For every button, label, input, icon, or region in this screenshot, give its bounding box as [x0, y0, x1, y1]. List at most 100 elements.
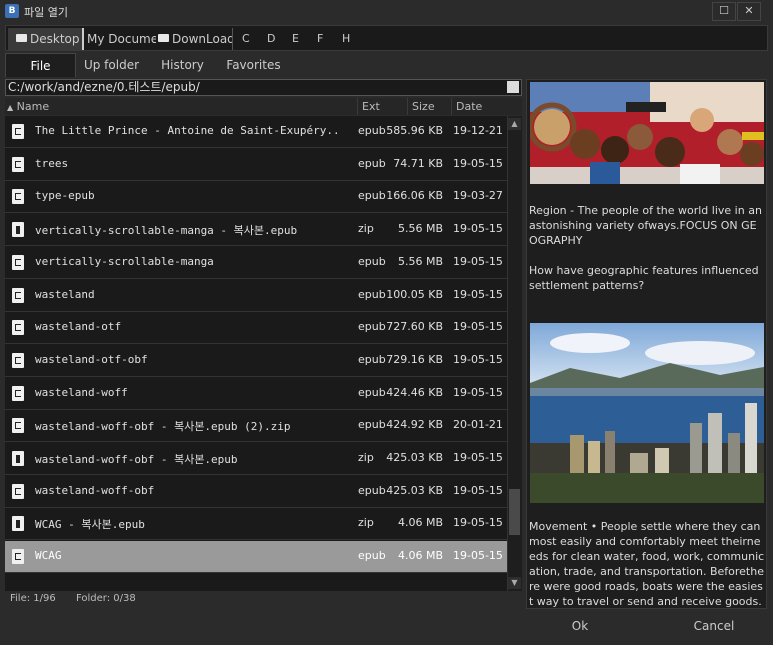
location-bar: Desktop My Documents DownLoads C D E F H — [5, 25, 768, 51]
file-size: 100.05 KB — [386, 288, 443, 301]
file-row[interactable]: type-epub epub 166.06 KB 19-03-27 — [5, 181, 507, 213]
drive-h[interactable]: H — [342, 28, 350, 50]
file-ext: zip — [358, 451, 374, 464]
file-name: WCAG — [35, 549, 62, 562]
file-size: 74.71 KB — [393, 157, 443, 170]
file-row[interactable]: wasteland-woff epub 424.46 KB 19-05-15 — [5, 378, 507, 410]
file-row[interactable]: wasteland-woff-obf epub 425.03 KB 19-05-15 — [5, 476, 507, 508]
file-count: File: 1/96 — [10, 593, 56, 604]
file-size: 4.06 MB — [397, 516, 443, 529]
file-ext: epub — [358, 320, 386, 333]
file-name: wasteland-woff — [35, 386, 128, 399]
file-date: 19-05-15 — [453, 255, 503, 268]
status-bar: File: 1/96 Folder: 0/38 — [5, 593, 522, 609]
maximize-button[interactable]: ☐ — [712, 2, 736, 21]
window-title: 파일 열기 — [24, 6, 68, 19]
preview-paragraph-2: How have geographic features influenced … — [529, 264, 759, 292]
file-size: 425.03 KB — [386, 484, 443, 497]
cancel-button[interactable]: Cancel — [690, 616, 738, 636]
drive-e[interactable]: E — [292, 28, 299, 50]
file-ext: epub — [358, 255, 386, 268]
file-row[interactable]: wasteland-woff-obf - 복사본.epub (2).zip epu… — [5, 410, 507, 442]
epub-file-icon — [12, 124, 24, 139]
close-button[interactable]: ✕ — [737, 2, 761, 21]
scroll-thumb[interactable] — [509, 489, 520, 535]
file-row[interactable]: vertically-scrollable-manga epub 5.56 MB 19… — [5, 247, 507, 279]
tab-file[interactable]: File — [5, 53, 76, 77]
drive-f[interactable]: F — [317, 28, 323, 50]
drive-c[interactable]: C — [242, 28, 250, 50]
file-size: 424.46 KB — [386, 386, 443, 399]
file-row[interactable]: vertically-scrollable-manga - 복사본.epub zi… — [5, 214, 507, 246]
zip-file-icon — [12, 451, 24, 466]
file-date: 20-01-21 — [453, 418, 503, 431]
file-ext: epub — [358, 549, 386, 562]
column-name-label: Name — [16, 100, 50, 113]
folder-icon — [158, 34, 169, 42]
file-row[interactable]: wasteland-otf-obf epub 729.16 KB 19-05-15 — [5, 345, 507, 377]
file-ext: epub — [358, 189, 386, 202]
epub-file-icon — [12, 386, 24, 401]
file-size: 424.92 KB — [386, 418, 443, 431]
file-row[interactable]: WCAG - 복사본.epub zip 4.06 MB 19-05-15 — [5, 508, 507, 540]
file-row[interactable]: wasteland-otf epub 727.60 KB 19-05-15 — [5, 312, 507, 344]
file-ext: epub — [358, 124, 386, 137]
file-list[interactable]: The Little Prince - Antoine de Saint-Exu… — [5, 116, 507, 591]
tab-history[interactable]: History — [147, 53, 218, 77]
path-copy-icon[interactable] — [507, 81, 519, 93]
tab-up-folder[interactable]: Up folder — [76, 53, 147, 77]
file-row[interactable]: wasteland-woff-obf - 복사본.epub zip 425.03 K… — [5, 443, 507, 475]
column-ext[interactable]: Ext — [357, 98, 407, 115]
ok-button[interactable]: Ok — [560, 616, 600, 636]
file-size: 729.16 KB — [386, 353, 443, 366]
column-name[interactable]: ▲ Name — [5, 98, 357, 115]
zip-file-icon — [12, 516, 24, 531]
file-ext: epub — [358, 386, 386, 399]
file-size: 585.96 KB — [386, 124, 443, 137]
file-date: 19-05-15 — [453, 222, 503, 235]
file-size: 4.06 MB — [397, 549, 443, 562]
path-input[interactable]: C:/work/and/ezne/0.테스트/epub/ — [5, 79, 522, 96]
file-size: 166.06 KB — [386, 189, 443, 202]
title-bar[interactable]: B 파일 열기 ☐ ✕ — [0, 0, 773, 22]
scroll-down-icon[interactable]: ▼ — [508, 577, 521, 589]
file-row[interactable]: The Little Prince - Antoine de Saint-Exu… — [5, 116, 507, 148]
location-label: Desktop — [30, 32, 80, 46]
epub-file-icon — [12, 157, 24, 172]
file-ext: epub — [358, 418, 386, 431]
epub-file-icon — [12, 484, 24, 499]
file-name: type-epub — [35, 189, 95, 202]
app-icon: B — [5, 4, 19, 18]
location-desktop[interactable]: Desktop — [8, 28, 82, 50]
file-ext: epub — [358, 353, 386, 366]
location-my-documents[interactable]: My Documents — [82, 28, 156, 50]
file-date: 19-05-15 — [453, 288, 503, 301]
file-row[interactable]: wasteland epub 100.05 KB 19-05-15 — [5, 280, 507, 312]
preview-panel[interactable]: Region - The people of the world live in… — [526, 79, 767, 609]
file-name: wasteland-otf-obf — [35, 353, 148, 366]
tab-favorites[interactable]: Favorites — [218, 53, 289, 77]
scroll-up-icon[interactable]: ▲ — [508, 118, 521, 130]
file-date: 19-05-15 — [453, 484, 503, 497]
file-date: 19-05-15 — [453, 549, 503, 562]
file-row[interactable]: trees epub 74.71 KB 19-05-15 — [5, 149, 507, 181]
file-ext: zip — [358, 222, 374, 235]
file-name: wasteland-otf — [35, 320, 122, 333]
column-date[interactable]: Date — [451, 98, 522, 115]
location-label: DownLoads — [172, 32, 232, 46]
people-image — [530, 82, 764, 184]
file-list-scrollbar[interactable]: ▲ ▼ — [507, 116, 522, 591]
file-ext: zip — [358, 516, 374, 529]
folder-icon — [16, 34, 27, 42]
epub-file-icon — [12, 320, 24, 335]
file-name: vertically-scrollable-manga — [35, 255, 214, 268]
file-row[interactable]: WCAG epub 4.06 MB 19-05-15 — [5, 541, 507, 573]
preview-paragraph-3: Movement • People settle where they can … — [529, 520, 765, 608]
file-date: 19-05-15 — [453, 320, 503, 333]
file-date: 19-05-15 — [453, 516, 503, 529]
file-ext: epub — [358, 288, 386, 301]
file-date: 19-05-15 — [453, 353, 503, 366]
column-size[interactable]: Size — [407, 98, 451, 115]
drive-d[interactable]: D — [267, 28, 275, 50]
location-downloads[interactable]: DownLoads — [156, 28, 233, 50]
